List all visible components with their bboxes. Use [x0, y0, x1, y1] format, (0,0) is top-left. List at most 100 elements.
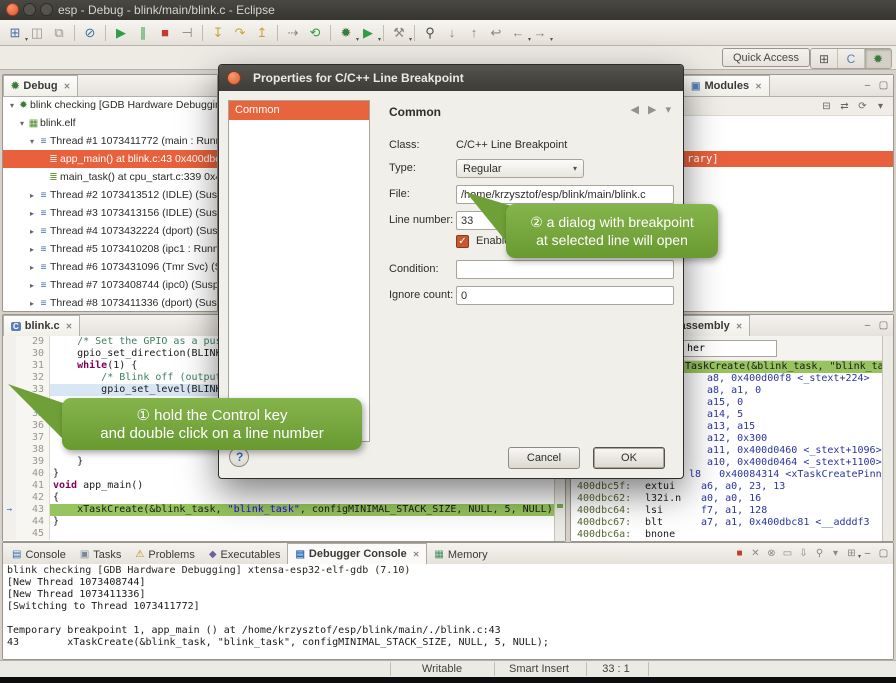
terminate-icon[interactable]: ■	[733, 546, 746, 560]
console-body[interactable]: blink checking [GDB Hardware Debugging] …	[3, 564, 893, 659]
tab-tasks[interactable]: ▣Tasks	[73, 545, 129, 564]
enabled-checkbox[interactable]: ✓	[456, 235, 469, 248]
line-number[interactable]: 31	[16, 360, 50, 372]
editor-line[interactable]: 42{	[3, 492, 555, 504]
line-number[interactable]: 40	[16, 468, 50, 480]
dialog-close-button[interactable]	[227, 71, 241, 85]
debug-tree-item[interactable]: ▾✹blink checking [GDB Hardware Debugging…	[3, 96, 217, 114]
tree-toggle-icon[interactable]: ▸	[27, 245, 37, 254]
tab-memory[interactable]: ▦Memory	[427, 545, 494, 564]
restart-icon[interactable]: ⟲	[304, 23, 326, 43]
close-icon[interactable]: ✕	[64, 82, 71, 91]
close-icon[interactable]: ✕	[66, 322, 73, 331]
debug-tree-item[interactable]: ▸≡Thread #8 1073411336 (dport) (Suspende…	[3, 294, 217, 311]
tree-toggle-icon[interactable]: ▾	[27, 137, 37, 146]
type-select[interactable]: Regular ▾	[456, 159, 584, 178]
view-menu-icon[interactable]: ▾	[665, 103, 671, 116]
line-number[interactable]: 33	[16, 384, 50, 396]
run-icon-dropdown[interactable]: ▾	[378, 36, 381, 43]
close-icon[interactable]: ✕	[736, 322, 743, 331]
line-number[interactable]: 42	[16, 492, 50, 504]
line-number[interactable]: 45	[16, 528, 50, 540]
run-icon[interactable]: ▶▾	[357, 23, 379, 43]
remove-all-launches-icon[interactable]: ⊗	[765, 546, 778, 560]
debug-tree-item[interactable]: ≣app_main() at blink.c:43 0x400dbc	[3, 150, 217, 168]
step-into-icon[interactable]: ↧	[207, 23, 229, 43]
debug-tree-item[interactable]: ▸≡Thread #2 1073413512 (IDLE) (Suspended…	[3, 186, 217, 204]
tab-problems[interactable]: ⚠Problems	[128, 545, 201, 564]
save-icon[interactable]: ◫	[26, 23, 48, 43]
line-number[interactable]: 37	[16, 432, 50, 444]
pin-console-icon[interactable]: ⚲	[813, 546, 826, 560]
cancel-button[interactable]: Cancel	[508, 447, 580, 469]
tree-toggle-icon[interactable]: ▾	[17, 119, 27, 128]
ok-button[interactable]: OK	[593, 447, 665, 469]
disassembly-row[interactable]: 400dbc64:lsif7, a1, 128	[571, 505, 883, 517]
save-all-icon[interactable]: ⧉	[48, 23, 70, 43]
skip-all-breakpoints-icon[interactable]: ⊘	[79, 23, 101, 43]
debug-tree-item[interactable]: ▸≡Thread #7 1073408744 (ipc0) (Suspended…	[3, 276, 217, 294]
line-number[interactable]: 34	[16, 396, 50, 408]
line-number[interactable]: 32	[16, 372, 50, 384]
ignore-count-field[interactable]	[456, 286, 674, 305]
line-number[interactable]: 39	[16, 456, 50, 468]
cpp-perspective-icon[interactable]: C	[838, 49, 865, 68]
line-number[interactable]: 43	[16, 504, 50, 516]
external-tools-icon[interactable]: ⚒▾	[388, 23, 410, 43]
tree-toggle-icon[interactable]: ▸	[27, 227, 37, 236]
dialog-sidebar-item[interactable]: Common	[229, 101, 369, 120]
disconnect-icon[interactable]: ⊣	[176, 23, 198, 43]
minimize-icon[interactable]: –	[861, 546, 874, 560]
terminate-icon[interactable]: ■	[154, 23, 176, 43]
clear-console-icon[interactable]: ▭	[781, 546, 794, 560]
tree-toggle-icon[interactable]: ▸	[27, 209, 37, 218]
external-tools-icon-dropdown[interactable]: ▾	[409, 36, 412, 43]
disassembly-scrollbar[interactable]	[882, 336, 893, 541]
disassembly-row[interactable]: 400dbc62:l32i.na0, a0, 16	[571, 493, 883, 505]
line-number[interactable]: 44	[16, 516, 50, 528]
tab-debug[interactable]: ✹ Debug ✕	[3, 75, 78, 96]
step-over-icon[interactable]: ↷	[229, 23, 251, 43]
disassembly-row[interactable]: 400dbc5f:extuia6, a0, 23, 13	[571, 481, 883, 493]
editor-line[interactable]: 45	[3, 528, 555, 540]
debug-tree-item[interactable]: ▸≡Thread #5 1073410208 (ipc1 : Running)	[3, 240, 217, 258]
window-maximize-button[interactable]	[40, 3, 53, 16]
editor-line[interactable]: 41void app_main()	[3, 480, 555, 492]
tab-executables[interactable]: ◆Executables	[202, 545, 288, 564]
open-console-icon[interactable]: ⊞▾	[845, 546, 858, 560]
minimize-icon[interactable]: –	[861, 318, 874, 332]
modules-selected-row[interactable]: rary]	[683, 151, 893, 167]
maximize-icon[interactable]: ▢	[877, 546, 890, 560]
debug-tree-item[interactable]: ▾≡Thread #1 1073411772 (main : Running)	[3, 132, 217, 150]
remove-launch-icon[interactable]: ✕	[749, 546, 762, 560]
maximize-icon[interactable]: ▢	[877, 318, 890, 332]
instruction-stepping-icon[interactable]: ⇢	[282, 23, 304, 43]
display-selected-console-icon[interactable]: ▾	[829, 546, 842, 560]
forward-icon[interactable]: →▾	[529, 23, 551, 43]
debug-perspective-icon[interactable]: ✹	[865, 49, 891, 68]
collapse-all-icon[interactable]: ⊟	[820, 99, 833, 113]
minimize-icon[interactable]: –	[861, 78, 874, 92]
editor-line[interactable]: →43 xTaskCreate(&blink_task, "blink_task…	[3, 504, 555, 516]
tree-toggle-icon[interactable]: ▾	[7, 101, 17, 110]
forward-icon[interactable]: ▶	[648, 103, 656, 116]
new-wizard-icon[interactable]: ⊞▾	[4, 23, 26, 43]
debug-tree-item[interactable]: ▸≡Thread #3 1073413156 (IDLE) (Suspended…	[3, 204, 217, 222]
last-edit-location-icon[interactable]: ↩	[485, 23, 507, 43]
location-input[interactable]	[683, 340, 777, 357]
window-minimize-button[interactable]	[23, 3, 36, 16]
back-icon[interactable]: ←▾	[507, 23, 529, 43]
editor-line[interactable]: 44}	[3, 516, 555, 528]
line-number[interactable]: 30	[16, 348, 50, 360]
back-icon[interactable]: ◀	[631, 103, 639, 116]
close-icon[interactable]: ✕	[413, 550, 420, 559]
debug-tree-item[interactable]: ▸≡Thread #6 1073431096 (Tmr Svc) (Suspen…	[3, 258, 217, 276]
line-number[interactable]: 41	[16, 480, 50, 492]
tab-console[interactable]: ▤Console	[5, 545, 73, 564]
overview-annotation[interactable]	[557, 504, 563, 508]
scroll-lock-icon[interactable]: ⇩	[797, 546, 810, 560]
line-number[interactable]: 35	[16, 408, 50, 420]
disassembly-row[interactable]: 400dbc6a:bnone	[571, 529, 883, 541]
tab-debugger-console[interactable]: ▤Debugger Console✕	[287, 543, 427, 564]
disassembly-row[interactable]: 400dbc67:blta7, a1, 0x400dbc81 <__adddf3	[571, 517, 883, 529]
